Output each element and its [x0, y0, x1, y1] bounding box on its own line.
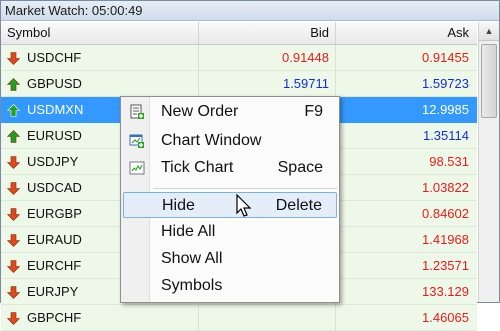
menu-item-label: Tick Chart [161, 159, 234, 176]
symbol-name: EURAUD [27, 232, 82, 247]
context-menu: New Order F9 Chart Window Tick Chart Spa… [120, 96, 340, 303]
ask-cell: 1.23571 [422, 258, 469, 273]
symbol-cell: USDCHF [1, 45, 199, 71]
menu-item-hide-all[interactable]: Hide All [123, 219, 337, 245]
scroll-up-button[interactable]: ▲ [479, 22, 499, 41]
window-title: Market Watch: 05:00:49 [1, 1, 499, 21]
table-row[interactable]: USDCHF 0.91448 0.91455 [1, 45, 477, 71]
symbol-name: GBPUSD [27, 76, 82, 91]
menu-item-label: Symbols [161, 277, 223, 294]
menu-item-new-order[interactable]: New Order F9 [123, 99, 337, 125]
bid-cell [199, 305, 336, 331]
scrollbar-thumb[interactable] [481, 44, 497, 118]
arrow-down-icon [7, 52, 20, 65]
menu-item-hide[interactable]: Hide Delete [123, 192, 337, 218]
arrow-up-icon [7, 130, 20, 143]
menu-item-symbols[interactable]: Symbols [123, 273, 337, 299]
symbol-name: EURGBP [27, 206, 82, 221]
vertical-scrollbar[interactable]: ▲ [478, 22, 499, 302]
column-header-bid[interactable]: Bid [199, 22, 336, 44]
menu-item-show-all[interactable]: Show All [123, 246, 337, 272]
column-header-ask[interactable]: Ask [336, 22, 477, 44]
symbol-name: USDJPY [27, 154, 79, 169]
new-order-icon [130, 104, 144, 119]
mouse-pointer-icon [236, 194, 252, 217]
symbol-name: USDCAD [27, 180, 82, 195]
menu-item-shortcut: Space [277, 159, 323, 176]
ask-cell: 133.129 [422, 284, 469, 299]
arrow-down-icon [7, 182, 20, 195]
symbol-cell: GBPUSD [1, 71, 199, 97]
bid-cell: 1.59711 [199, 71, 336, 97]
bid-cell: 0.91448 [199, 45, 336, 71]
menu-item-label: Hide [162, 197, 195, 214]
ask-cell: 1.46065 [422, 310, 469, 325]
column-header: Symbol Bid Ask [1, 22, 477, 45]
symbol-name: GBPCHF [27, 310, 82, 325]
table-row[interactable]: GBPCHF 1.46065 [1, 305, 477, 331]
ask-cell: 0.91455 [422, 50, 469, 65]
ask-cell: 12.9985 [422, 102, 469, 117]
menu-item-label: New Order [161, 103, 239, 120]
arrow-down-icon [7, 260, 20, 273]
menu-item-shortcut: F9 [304, 103, 323, 120]
ask-cell: 98.531 [429, 154, 469, 169]
arrow-down-icon [7, 312, 20, 325]
ask-cell: 1.41968 [422, 232, 469, 247]
arrow-up-icon [7, 78, 20, 91]
menu-item-shortcut: Delete [275, 197, 322, 214]
symbol-name: EURUSD [27, 128, 82, 143]
menu-item-chart-window[interactable]: Chart Window [123, 128, 337, 154]
arrow-down-icon [7, 234, 20, 247]
ask-cell: 0.84602 [422, 206, 469, 221]
arrow-down-icon [7, 156, 20, 169]
arrow-down-icon [7, 208, 20, 221]
chart-window-icon [129, 134, 144, 148]
menu-item-label: Hide All [161, 223, 216, 240]
symbol-name: USDCHF [27, 50, 82, 65]
arrow-down-icon [7, 286, 20, 299]
symbol-name: USDMXN [27, 102, 84, 117]
symbol-name: EURCHF [27, 258, 82, 273]
arrow-up-icon [7, 104, 20, 117]
menu-separator [153, 188, 337, 189]
symbol-name: EURJPY [27, 284, 79, 299]
tick-chart-icon [129, 161, 145, 175]
ask-cell: 1.59723 [422, 76, 469, 91]
ask-cell: 1.35114 [422, 128, 469, 143]
ask-cell: 1.03822 [422, 180, 469, 195]
menu-item-label: Show All [161, 250, 223, 267]
column-header-symbol[interactable]: Symbol [1, 22, 199, 44]
table-row[interactable]: GBPUSD 1.59711 1.59723 [1, 71, 477, 97]
symbol-cell: GBPCHF [1, 305, 199, 331]
menu-item-label: Chart Window [161, 132, 262, 149]
menu-item-tick-chart[interactable]: Tick Chart Space [123, 155, 337, 181]
